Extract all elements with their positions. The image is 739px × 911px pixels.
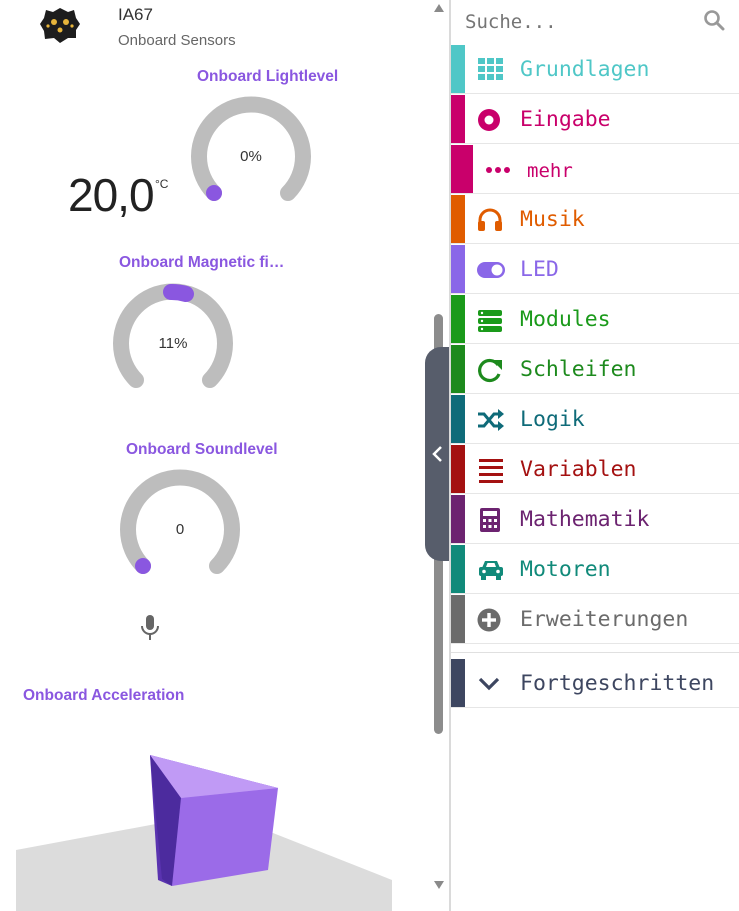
category-label: Eingabe — [520, 107, 611, 132]
stack-icon — [478, 310, 502, 332]
scroll-down-arrow-icon[interactable] — [434, 881, 444, 889]
category-label: Modules — [520, 307, 611, 332]
magnetic-value: 11% — [158, 335, 188, 352]
car-icon — [479, 561, 503, 580]
headphones-icon — [478, 208, 502, 231]
category-mathematik[interactable]: Mathematik — [451, 495, 739, 544]
category-label: mehr — [527, 160, 573, 182]
board-name: IA67 — [118, 5, 153, 24]
category-label: Motoren — [520, 557, 611, 582]
category-schleifen[interactable]: Schleifen — [451, 345, 739, 394]
temperature-value: 20,0 — [68, 169, 155, 221]
soundlevel-title: Onboard Soundlevel — [126, 441, 278, 458]
soundlevel-value: 0 — [175, 521, 185, 538]
more-dots-icon — [486, 167, 510, 173]
search-icon[interactable] — [703, 9, 725, 31]
plus-circle-icon — [477, 608, 501, 632]
acceleration-cube[interactable] — [0, 740, 432, 911]
acceleration-title: Onboard Acceleration — [23, 687, 185, 704]
category-label: Musik — [520, 207, 585, 232]
category-label: Grundlagen — [520, 57, 650, 82]
category-eingabe[interactable]: Eingabe — [451, 95, 739, 144]
category-label: Mathematik — [520, 507, 650, 532]
list-lines-icon — [479, 459, 503, 483]
board-logo — [38, 6, 82, 44]
category-musik[interactable]: Musik — [451, 195, 739, 244]
category-label: Logik — [520, 407, 585, 432]
chevron-down-icon — [478, 677, 500, 691]
scroll-up-arrow-icon[interactable] — [434, 4, 444, 12]
category-eingabe-mehr[interactable]: mehr — [451, 145, 739, 194]
refresh-icon — [478, 358, 502, 383]
category-fortgeschritten[interactable]: Fortgeschritten — [451, 659, 739, 708]
shuffle-icon — [478, 409, 504, 431]
search-box[interactable] — [451, 0, 739, 44]
category-modules[interactable]: Modules — [451, 295, 739, 344]
temperature-unit: °C — [155, 177, 169, 191]
chevron-left-icon — [432, 446, 442, 462]
toolbox: Grundlagen Eingabe mehr Musik LED — [451, 0, 739, 911]
category-led[interactable]: LED — [451, 245, 739, 294]
calculator-icon — [480, 508, 500, 532]
category-label: Variablen — [520, 457, 637, 482]
lightlevel-title: Onboard Lightlevel — [197, 68, 339, 85]
category-label: Fortgeschritten — [520, 671, 715, 696]
magnetic-title: Onboard Magnetic fi… — [119, 254, 285, 271]
category-grundlagen[interactable]: Grundlagen — [451, 45, 739, 94]
target-circle-icon — [478, 109, 500, 131]
lightlevel-value: 0% — [240, 148, 262, 165]
grid-icon — [478, 58, 503, 80]
toolbox-separator — [451, 652, 739, 653]
category-variablen[interactable]: Variablen — [451, 445, 739, 494]
category-motoren[interactable]: Motoren — [451, 545, 739, 594]
toggle-icon — [477, 262, 505, 278]
collapse-simulator-button[interactable] — [425, 347, 451, 561]
simulator-panel: IA67 Onboard Sensors Onboard Lightlevel … — [0, 0, 432, 911]
category-label: Schleifen — [520, 357, 637, 382]
category-label: Erweiterungen — [520, 607, 689, 632]
category-label: LED — [520, 257, 559, 282]
panel-subtitle: Onboard Sensors — [118, 32, 236, 49]
category-logik[interactable]: Logik — [451, 395, 739, 444]
microphone-icon[interactable] — [139, 614, 161, 642]
search-input[interactable] — [463, 6, 697, 38]
category-erweiterungen[interactable]: Erweiterungen — [451, 595, 739, 644]
